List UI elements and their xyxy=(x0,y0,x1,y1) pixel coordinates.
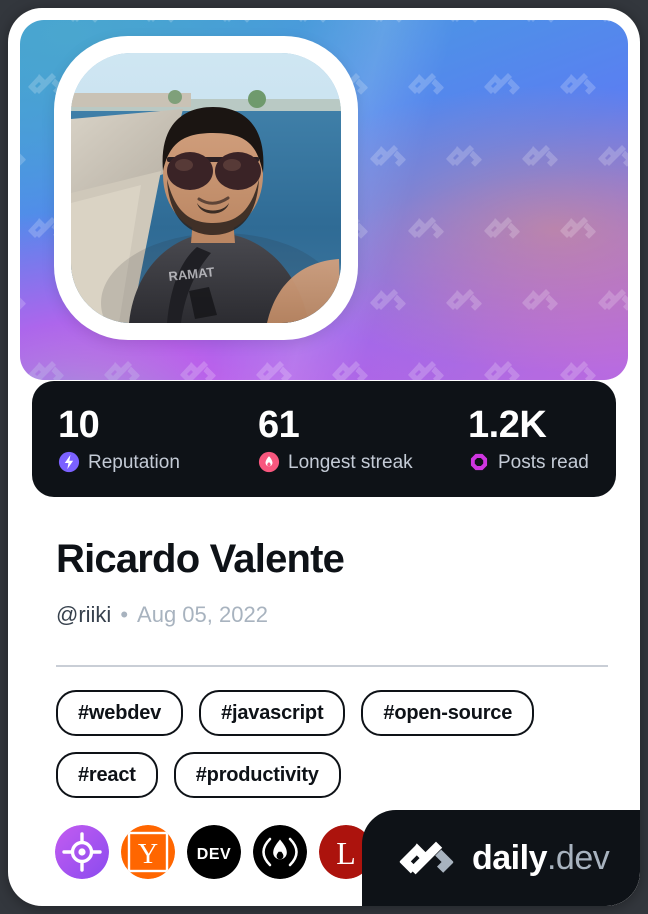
daily-dev-logo-watermark xyxy=(560,72,600,102)
devcard: RAMAT 10 Reputation 61 Longest streak 1.… xyxy=(8,8,640,906)
tag-chip[interactable]: #productivity xyxy=(173,752,341,798)
stat-longest-streak: 61 Longest streak xyxy=(232,405,442,473)
streak-flame-icon xyxy=(258,451,280,473)
daily-dev-logo-watermark xyxy=(180,360,220,380)
flame-circle-icon[interactable] xyxy=(253,825,307,879)
daily-dev-logo-watermark xyxy=(104,360,144,380)
daily-dev-logo-watermark xyxy=(446,20,486,30)
daily-dev-logo-watermark xyxy=(218,20,258,30)
daily-dev-logo-watermark xyxy=(484,360,524,380)
avatar: RAMAT xyxy=(71,53,341,323)
daily-dev-logo-watermark xyxy=(256,360,296,380)
daily-dev-logo-watermark xyxy=(484,216,524,246)
svg-text:DEV: DEV xyxy=(197,846,231,863)
profile-subline: @riiki • Aug 05, 2022 xyxy=(56,602,268,628)
daily-dev-logo-watermark xyxy=(522,20,562,30)
svg-text:L: L xyxy=(336,835,356,871)
daily-dev-logo-watermark xyxy=(408,72,448,102)
svg-text:Y: Y xyxy=(138,839,158,870)
daily-dev-logo-watermark xyxy=(522,144,562,174)
daily-dev-logo-watermark xyxy=(598,288,628,318)
daily-dev-logo-watermark xyxy=(370,288,410,318)
daily-dev-logo-watermark xyxy=(446,144,486,174)
daily-dev-logo-mark xyxy=(396,841,458,875)
dev-to-icon[interactable]: DEV xyxy=(187,825,241,879)
daily-dev-logo-watermark xyxy=(408,216,448,246)
daily-dev-badge: daily.dev xyxy=(362,810,640,906)
stat-value: 1.2K xyxy=(468,404,547,446)
daily-dev-logo-watermark xyxy=(598,144,628,174)
section-divider xyxy=(56,665,608,667)
tag-list: #webdev #javascript #open-source #react … xyxy=(56,690,616,798)
stat-value: 10 xyxy=(58,404,100,446)
tag-chip[interactable]: #webdev xyxy=(56,690,184,736)
profile-name: Ricardo Valente xyxy=(56,537,345,581)
profile-handle: @riiki xyxy=(56,602,112,627)
reputation-bolt-icon xyxy=(58,451,80,473)
social-links: Y DEV L xyxy=(55,825,373,879)
stat-posts-read: 1.2K Posts read xyxy=(442,405,616,473)
tag-chip[interactable]: #open-source xyxy=(361,690,535,736)
avatar-frame: RAMAT xyxy=(54,36,358,340)
stat-label: Reputation xyxy=(88,451,180,473)
daily-dev-logo-watermark xyxy=(20,20,30,30)
daily-dev-logo-watermark xyxy=(20,288,30,318)
stat-label: Posts read xyxy=(498,451,589,473)
stat-reputation: 10 Reputation xyxy=(32,405,232,473)
daily-dev-logo-watermark xyxy=(560,360,600,380)
tag-chip[interactable]: #react xyxy=(56,752,158,798)
daily-dev-logo-watermark xyxy=(408,360,448,380)
daily-dev-logo-watermark xyxy=(332,360,372,380)
roadmap-target-icon[interactable] xyxy=(55,825,109,879)
daily-dev-logo-watermark xyxy=(522,288,562,318)
daily-dev-logo-watermark xyxy=(598,20,628,30)
stat-value: 61 xyxy=(258,404,300,446)
daily-dev-logo-watermark xyxy=(28,360,68,380)
daily-dev-logo-watermark xyxy=(370,144,410,174)
stat-label: Longest streak xyxy=(288,451,413,473)
daily-dev-logo-watermark xyxy=(294,20,334,30)
stats-bar: 10 Reputation 61 Longest streak 1.2K Pos… xyxy=(32,381,616,497)
profile-joined-date: Aug 05, 2022 xyxy=(137,602,268,627)
separator-dot: • xyxy=(120,602,129,627)
daily-dev-logo-watermark xyxy=(66,20,106,30)
daily-dev-logo-watermark xyxy=(446,288,486,318)
daily-dev-logo-watermark xyxy=(142,20,182,30)
tag-chip[interactable]: #javascript xyxy=(199,690,346,736)
daily-dev-logo-watermark xyxy=(20,144,30,174)
daily-dev-logo-watermark xyxy=(370,20,410,30)
hacker-news-y-icon[interactable]: Y xyxy=(121,825,175,879)
daily-dev-logo-watermark xyxy=(484,72,524,102)
brand-name: daily xyxy=(472,839,547,877)
daily-dev-wordmark: daily.dev xyxy=(472,839,610,877)
daily-dev-logo-watermark xyxy=(560,216,600,246)
brand-suffix: .dev xyxy=(546,839,610,877)
posts-read-ring-icon xyxy=(468,451,490,473)
